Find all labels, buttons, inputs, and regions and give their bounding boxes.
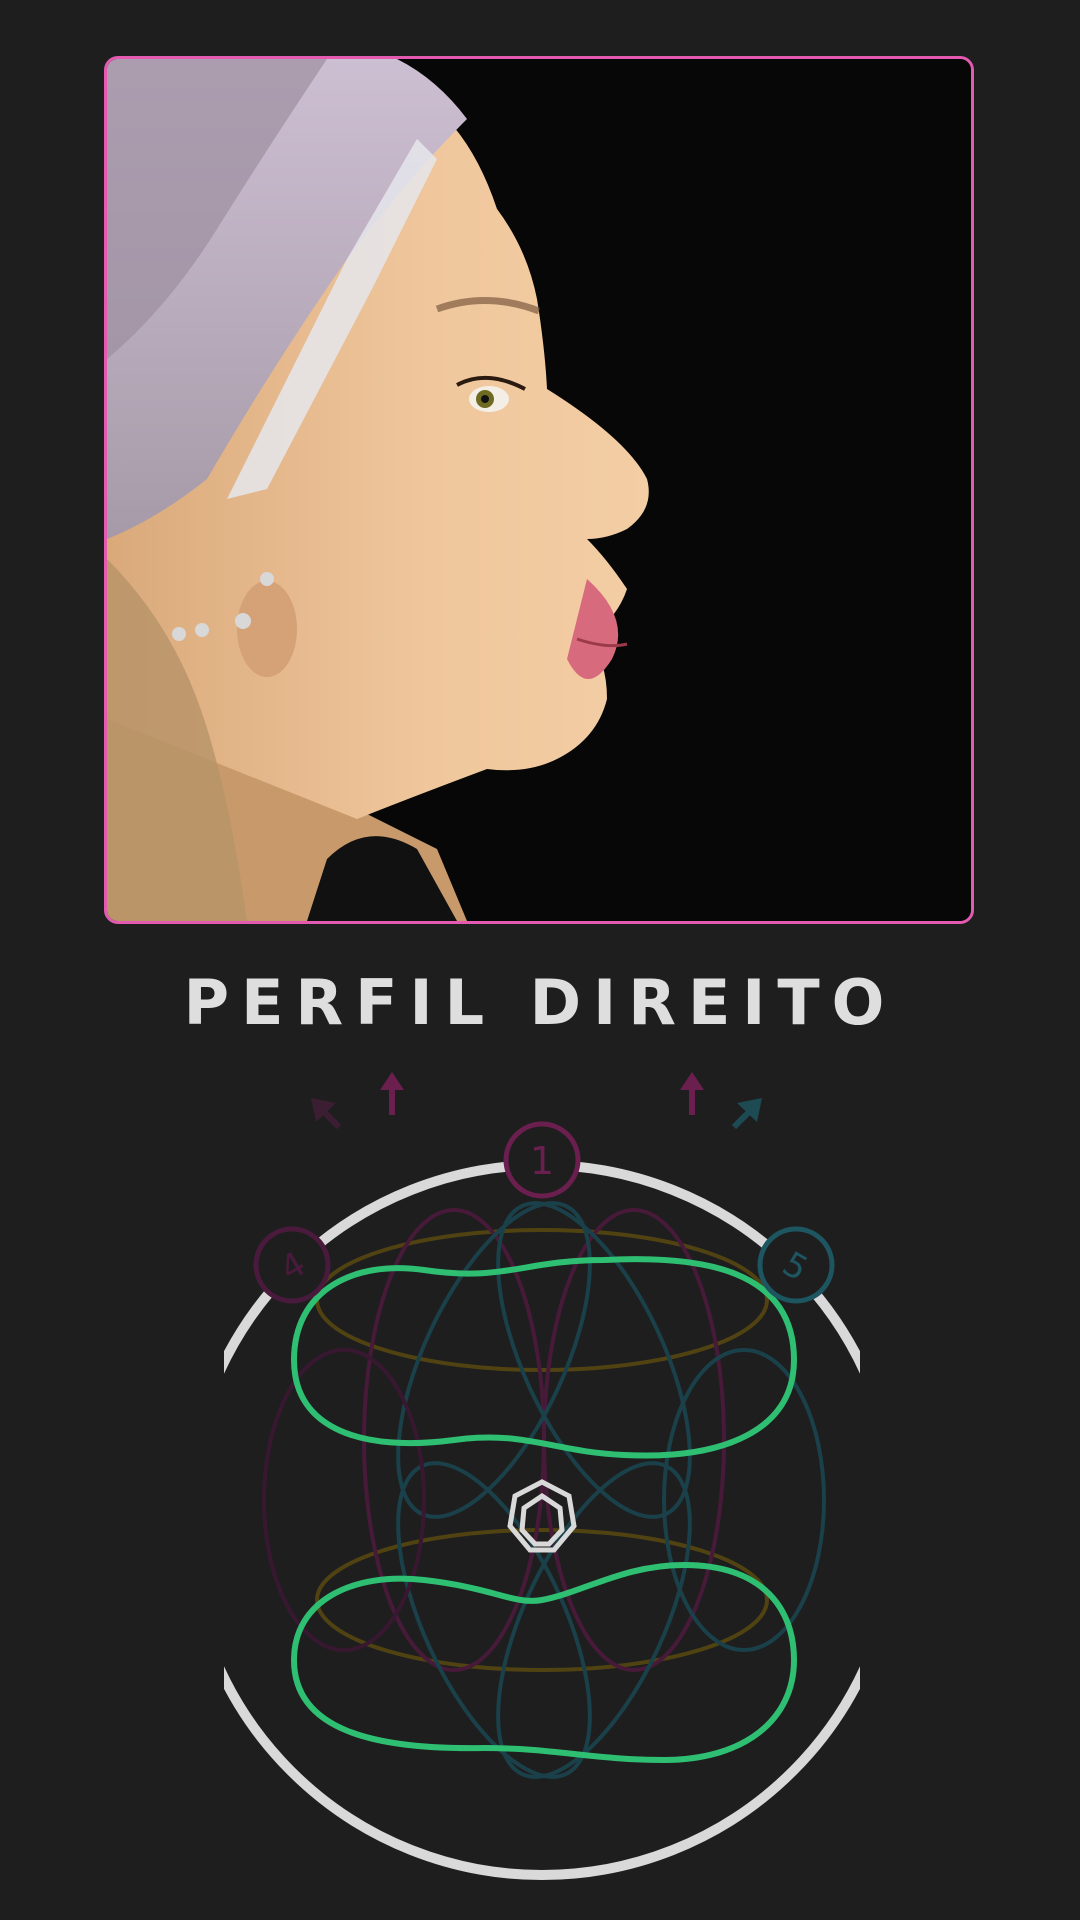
lower-green-loop	[290, 1561, 798, 1764]
diagram-svg: 1 4 5	[224, 1072, 860, 1880]
symmetry-diagram: 1 4 5	[224, 1060, 860, 1900]
page-title: PERFIL DIREITO	[183, 966, 897, 1039]
node-1-label: 1	[530, 1139, 554, 1183]
node-4: 4	[253, 1226, 331, 1304]
node-1: 1	[503, 1121, 581, 1199]
arrow-up-icon-left	[380, 1072, 404, 1115]
face-profile-photo	[107, 59, 971, 921]
node-5: 5	[757, 1226, 835, 1304]
arrow-up-icon-right	[680, 1072, 704, 1115]
profile-photo-frame	[104, 56, 974, 924]
page: PERFIL DIREITO 1 4 5	[0, 0, 1080, 1920]
arrow-up-left-icon	[311, 1098, 342, 1130]
arrow-up-right-icon	[731, 1098, 762, 1130]
